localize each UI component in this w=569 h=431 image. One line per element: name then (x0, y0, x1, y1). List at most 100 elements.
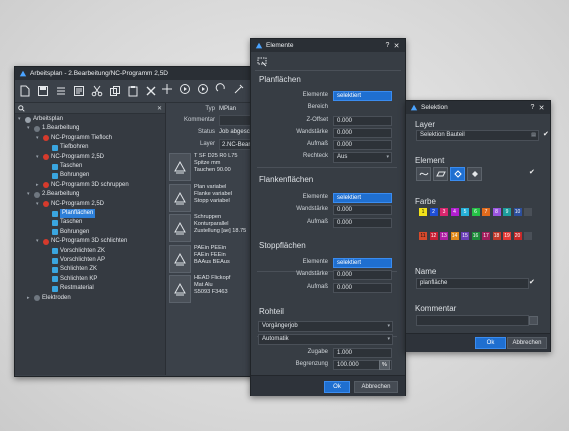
color-swatch[interactable]: 5 (461, 208, 469, 216)
layer-checkbox[interactable]: ✔ (543, 131, 550, 138)
element-checkbox[interactable]: ✔ (529, 169, 536, 176)
color-swatch[interactable]: 15 (461, 232, 469, 240)
delete-icon[interactable] (144, 85, 157, 98)
tree-item[interactable]: Schlichten ZK (45, 265, 97, 274)
tree-item[interactable]: ▾ 1.Bearbeitung (27, 124, 79, 133)
elemente-selection-field[interactable]: selektiert (333, 91, 392, 101)
close-button[interactable]: ✕ (537, 104, 546, 112)
tree-item[interactable]: Restmaterial (45, 284, 94, 293)
expand-toggle-icon[interactable]: ▾ (36, 134, 41, 143)
color-swatch[interactable]: 8 (492, 208, 501, 216)
solid-icon[interactable] (450, 167, 465, 181)
expand-toggle-icon[interactable]: ▸ (27, 294, 32, 303)
help-button[interactable]: ? (383, 42, 392, 49)
field-value[interactable]: 0.000 (333, 217, 392, 228)
color-swatch[interactable]: 9 (503, 208, 511, 216)
field-value[interactable]: 0.000 (333, 282, 392, 293)
tree-item[interactable]: ▾ NC-Programm 2,5D (36, 153, 104, 162)
copy-icon[interactable] (108, 85, 121, 98)
layer-dropdown[interactable]: Selektion Bauteil ▤ (416, 130, 539, 141)
color-swatch[interactable]: 4 (450, 208, 459, 216)
tree-item[interactable]: Vorschlichten ZK (45, 247, 105, 256)
percent-toggle[interactable]: % (379, 360, 390, 370)
cut-icon[interactable] (90, 85, 103, 98)
tree-item[interactable]: ▸ Elektroden (27, 294, 71, 303)
surface-icon[interactable] (433, 167, 448, 181)
color-swatch[interactable]: 14 (450, 232, 459, 240)
calculate-icon[interactable] (178, 82, 191, 95)
ok-button[interactable]: Ok (324, 381, 350, 393)
vorgaengerjob-dropdown[interactable]: Vorgängerjob ▾ (258, 321, 393, 332)
color-swatch[interactable]: 10 (513, 208, 522, 216)
color-swatch[interactable]: 1 (419, 208, 427, 216)
tree-item[interactable]: ▾ NC-Programm Tiefloch (36, 134, 112, 143)
tree-item[interactable]: Vorschlichten AP (45, 256, 105, 265)
rechteck-dropdown[interactable]: Aus ▾ (333, 152, 392, 163)
expand-toggle-icon[interactable]: ▾ (36, 237, 41, 246)
tree-item[interactable]: ▸ NC-Programm 3D schruppen (36, 181, 129, 190)
ok-button[interactable]: Ok (475, 337, 506, 349)
save-icon[interactable] (36, 85, 49, 98)
color-swatch[interactable]: 12 (429, 232, 438, 240)
color-swatch[interactable]: 11 (419, 232, 427, 240)
tools-icon[interactable] (232, 82, 245, 95)
elemente-selection-field[interactable]: selektiert (333, 258, 392, 268)
clear-search-icon[interactable]: ✕ (157, 105, 162, 112)
tree-item[interactable]: Bohrungen (45, 171, 89, 180)
cancel-button[interactable]: Abbrechen (354, 381, 398, 393)
properties-icon[interactable] (72, 85, 85, 98)
color-swatch[interactable]: 2 (429, 208, 438, 216)
color-swatch[interactable]: 19 (503, 232, 511, 240)
expand-toggle-icon[interactable]: ▾ (27, 124, 32, 133)
expand-toggle-icon[interactable]: ▾ (36, 200, 41, 209)
automatik-dropdown[interactable]: Automatik ▾ (258, 334, 393, 345)
color-swatch[interactable]: 7 (482, 208, 490, 216)
color-swatch[interactable]: 20 (513, 232, 522, 240)
search-icon[interactable] (18, 104, 25, 112)
play-icon[interactable] (196, 82, 209, 95)
tree-item[interactable]: Taschen (45, 218, 82, 227)
tree-item[interactable]: Tiefbohren (45, 143, 88, 152)
color-swatch[interactable]: 17 (482, 232, 490, 240)
elemente-selection-field[interactable]: selektiert (333, 193, 392, 203)
tree-item[interactable]: Bohrungen (45, 228, 89, 237)
help-button[interactable]: ? (528, 104, 537, 111)
tree-item[interactable]: Schlichten KP (45, 275, 97, 284)
name-checkbox[interactable]: ✔ (529, 279, 536, 286)
curve-icon[interactable] (416, 167, 431, 181)
color-swatch[interactable]: 16 (471, 232, 480, 240)
new-document-icon[interactable] (18, 85, 31, 98)
field-value[interactable]: 0.000 (333, 127, 392, 138)
paste-icon[interactable] (126, 85, 139, 98)
name-field[interactable]: planfläche (416, 278, 529, 289)
zugabe-field[interactable]: 1.000 (333, 348, 392, 358)
selektion-titlebar[interactable]: Selektion ? ✕ (406, 101, 550, 114)
expand-toggle-icon[interactable]: ▾ (36, 153, 41, 162)
color-swatch[interactable]: 18 (492, 232, 501, 240)
kommentar-field[interactable] (416, 315, 529, 326)
field-value[interactable]: 0.000 (333, 205, 392, 216)
color-swatch[interactable]: 13 (440, 232, 448, 240)
elemente-titlebar[interactable]: Elemente ? ✕ (251, 39, 405, 52)
expand-toggle-icon[interactable]: ▾ (27, 190, 32, 199)
move-icon[interactable] (160, 82, 173, 95)
field-value[interactable]: 0.000 (333, 270, 392, 281)
tree-item[interactable]: ▾ NC-Programm 3D schlichten (36, 237, 127, 246)
tree-item[interactable]: ▾ NC-Programm 2,5D (36, 200, 104, 209)
tree-item[interactable]: ▾ Arbeitsplan (18, 115, 63, 124)
close-button[interactable]: ✕ (392, 42, 401, 50)
select-elements-icon[interactable] (257, 57, 267, 67)
field-value[interactable]: 0.000 (333, 115, 392, 126)
field-value[interactable]: 0.000 (333, 140, 392, 151)
face-icon[interactable] (467, 167, 482, 181)
color-swatch[interactable]: 3 (440, 208, 448, 216)
list-icon[interactable] (54, 85, 67, 98)
color-swatch-empty[interactable] (524, 208, 532, 216)
color-swatch[interactable]: 6 (471, 208, 480, 216)
field-value[interactable] (333, 103, 392, 113)
arbeitsplan-titlebar[interactable]: Arbeitsplan - 2.Bearbeitung/NC-Programm … (15, 67, 273, 80)
tree-item[interactable]: ▾ 2.Bearbeitung (27, 190, 79, 199)
tree-item[interactable]: Planflächen (45, 209, 96, 218)
color-swatch-empty[interactable] (524, 232, 532, 240)
redo-icon[interactable] (214, 82, 227, 95)
